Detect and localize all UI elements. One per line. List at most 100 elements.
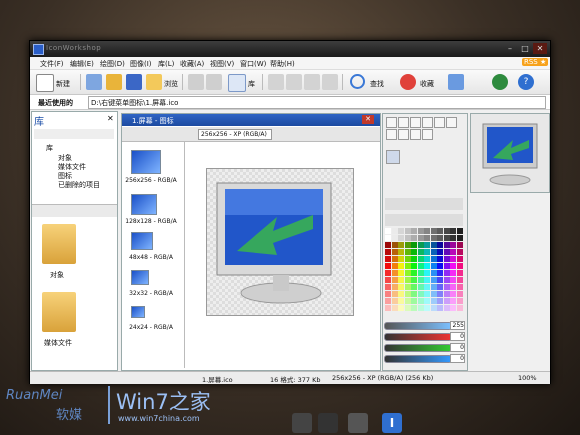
palette-swatch[interactable] [391, 235, 398, 241]
copy-icon[interactable] [286, 74, 302, 90]
format-label-48[interactable]: 48x48 - RGB/A [124, 254, 178, 261]
palette-swatch[interactable] [411, 291, 417, 297]
palette-swatch[interactable] [456, 270, 463, 276]
palette-swatch[interactable] [456, 298, 463, 304]
palette-swatch[interactable] [456, 235, 463, 241]
palette-swatch[interactable] [450, 284, 456, 290]
palette-swatch[interactable] [456, 277, 463, 283]
palette-swatch[interactable] [385, 228, 391, 234]
palette-swatch[interactable] [430, 291, 437, 297]
paste-icon[interactable] [304, 74, 320, 90]
line-tool-icon[interactable] [386, 129, 397, 140]
palette-swatch[interactable] [385, 256, 391, 262]
browse-label[interactable]: 浏览 [164, 79, 178, 89]
palette-swatch[interactable] [450, 256, 456, 262]
palette-swatch[interactable] [398, 298, 404, 304]
opacity-slider[interactable] [384, 322, 452, 330]
palette-swatch[interactable] [443, 235, 450, 241]
green-value[interactable]: 0 [450, 343, 465, 352]
palette-swatch[interactable] [411, 270, 417, 276]
palette-swatch[interactable] [411, 298, 417, 304]
palette-swatch[interactable] [385, 249, 391, 255]
palette-swatch[interactable] [411, 284, 417, 290]
palette-swatch[interactable] [443, 298, 450, 304]
palette-swatch[interactable] [417, 256, 424, 262]
palette-swatch[interactable] [456, 242, 463, 248]
monitor-icon[interactable] [448, 74, 464, 90]
palette-swatch[interactable] [450, 242, 456, 248]
palette-swatch[interactable] [430, 242, 437, 248]
palette-swatch[interactable] [450, 277, 456, 283]
palette-swatch[interactable] [404, 305, 411, 311]
rect-tool-icon[interactable] [398, 129, 409, 140]
palette-swatch[interactable] [391, 263, 398, 269]
palette-swatch[interactable] [443, 270, 450, 276]
palette-swatch[interactable] [404, 277, 411, 283]
favorites-label[interactable]: 收藏 [420, 79, 434, 89]
palette-swatch[interactable] [443, 256, 450, 262]
palette-swatch[interactable] [411, 263, 417, 269]
palette-swatch[interactable] [411, 242, 417, 248]
open-icon[interactable] [106, 74, 122, 90]
palette-swatch[interactable] [450, 298, 456, 304]
palette-swatch[interactable] [411, 256, 417, 262]
palette-swatch[interactable] [417, 284, 424, 290]
taskbar-app-2-icon[interactable] [318, 413, 338, 433]
palette-swatch[interactable] [385, 263, 391, 269]
palette-swatch[interactable] [398, 228, 404, 234]
pencil-tool-icon[interactable] [398, 117, 409, 128]
menu-edit[interactable]: 编辑(E) [70, 59, 94, 69]
palette-swatch[interactable] [424, 235, 430, 241]
palette-swatch[interactable] [411, 305, 417, 311]
menu-favorites[interactable]: 收藏(A) [180, 59, 204, 69]
palette-swatch[interactable] [450, 270, 456, 276]
palette-swatch[interactable] [404, 263, 411, 269]
tree-item-deleted[interactable]: 已删除的项目 [58, 180, 100, 190]
recent-path-field[interactable]: D:\右键菜单图标\1.屏幕.ico [88, 96, 546, 109]
palette-swatch[interactable] [430, 235, 437, 241]
palette-swatch[interactable] [450, 249, 456, 255]
palette-swatch[interactable] [430, 249, 437, 255]
palette-swatch[interactable] [450, 263, 456, 269]
save-icon[interactable] [126, 74, 142, 90]
browse-icon[interactable] [146, 74, 162, 90]
library-label[interactable]: 库 [248, 79, 255, 89]
palette-swatch[interactable] [385, 235, 391, 241]
palette-swatch[interactable] [424, 263, 430, 269]
palette-swatch[interactable] [404, 270, 411, 276]
palette-swatch[interactable] [437, 256, 443, 262]
thumb-256[interactable] [131, 150, 161, 174]
green-slider[interactable] [384, 344, 452, 352]
palette-swatch[interactable] [385, 305, 391, 311]
palette-swatch[interactable] [411, 249, 417, 255]
ellipse-tool-icon[interactable] [410, 129, 421, 140]
library-icon[interactable] [228, 74, 246, 92]
thumb-48[interactable] [131, 232, 153, 250]
palette-swatch[interactable] [437, 277, 443, 283]
palette-swatch[interactable] [456, 291, 463, 297]
palette-swatch[interactable] [417, 277, 424, 283]
palette-swatch[interactable] [385, 277, 391, 283]
palette-swatch[interactable] [391, 298, 398, 304]
palette-swatch[interactable] [424, 284, 430, 290]
palette-swatch[interactable] [430, 228, 437, 234]
palette-swatch[interactable] [424, 298, 430, 304]
palette-swatch[interactable] [404, 249, 411, 255]
edit-canvas[interactable] [206, 168, 354, 316]
palette-swatch[interactable] [385, 291, 391, 297]
brush-size-icon[interactable] [386, 150, 400, 164]
palette-swatch[interactable] [430, 284, 437, 290]
blue-value[interactable]: 0 [450, 354, 465, 363]
palette-swatch[interactable] [424, 256, 430, 262]
palette-swatch[interactable] [404, 284, 411, 290]
rounded-rect-tool-icon[interactable] [422, 129, 433, 140]
red-slider[interactable] [384, 333, 452, 341]
palette-swatch[interactable] [417, 298, 424, 304]
palette-swatch[interactable] [424, 242, 430, 248]
help-icon[interactable]: ? [518, 74, 534, 90]
menu-file[interactable]: 文件(F) [40, 59, 64, 69]
palette-swatch[interactable] [417, 228, 424, 234]
palette-swatch[interactable] [385, 298, 391, 304]
format-label-24[interactable]: 24x24 - RGB/A [124, 324, 178, 331]
status-zoom[interactable]: 100% [518, 374, 537, 382]
